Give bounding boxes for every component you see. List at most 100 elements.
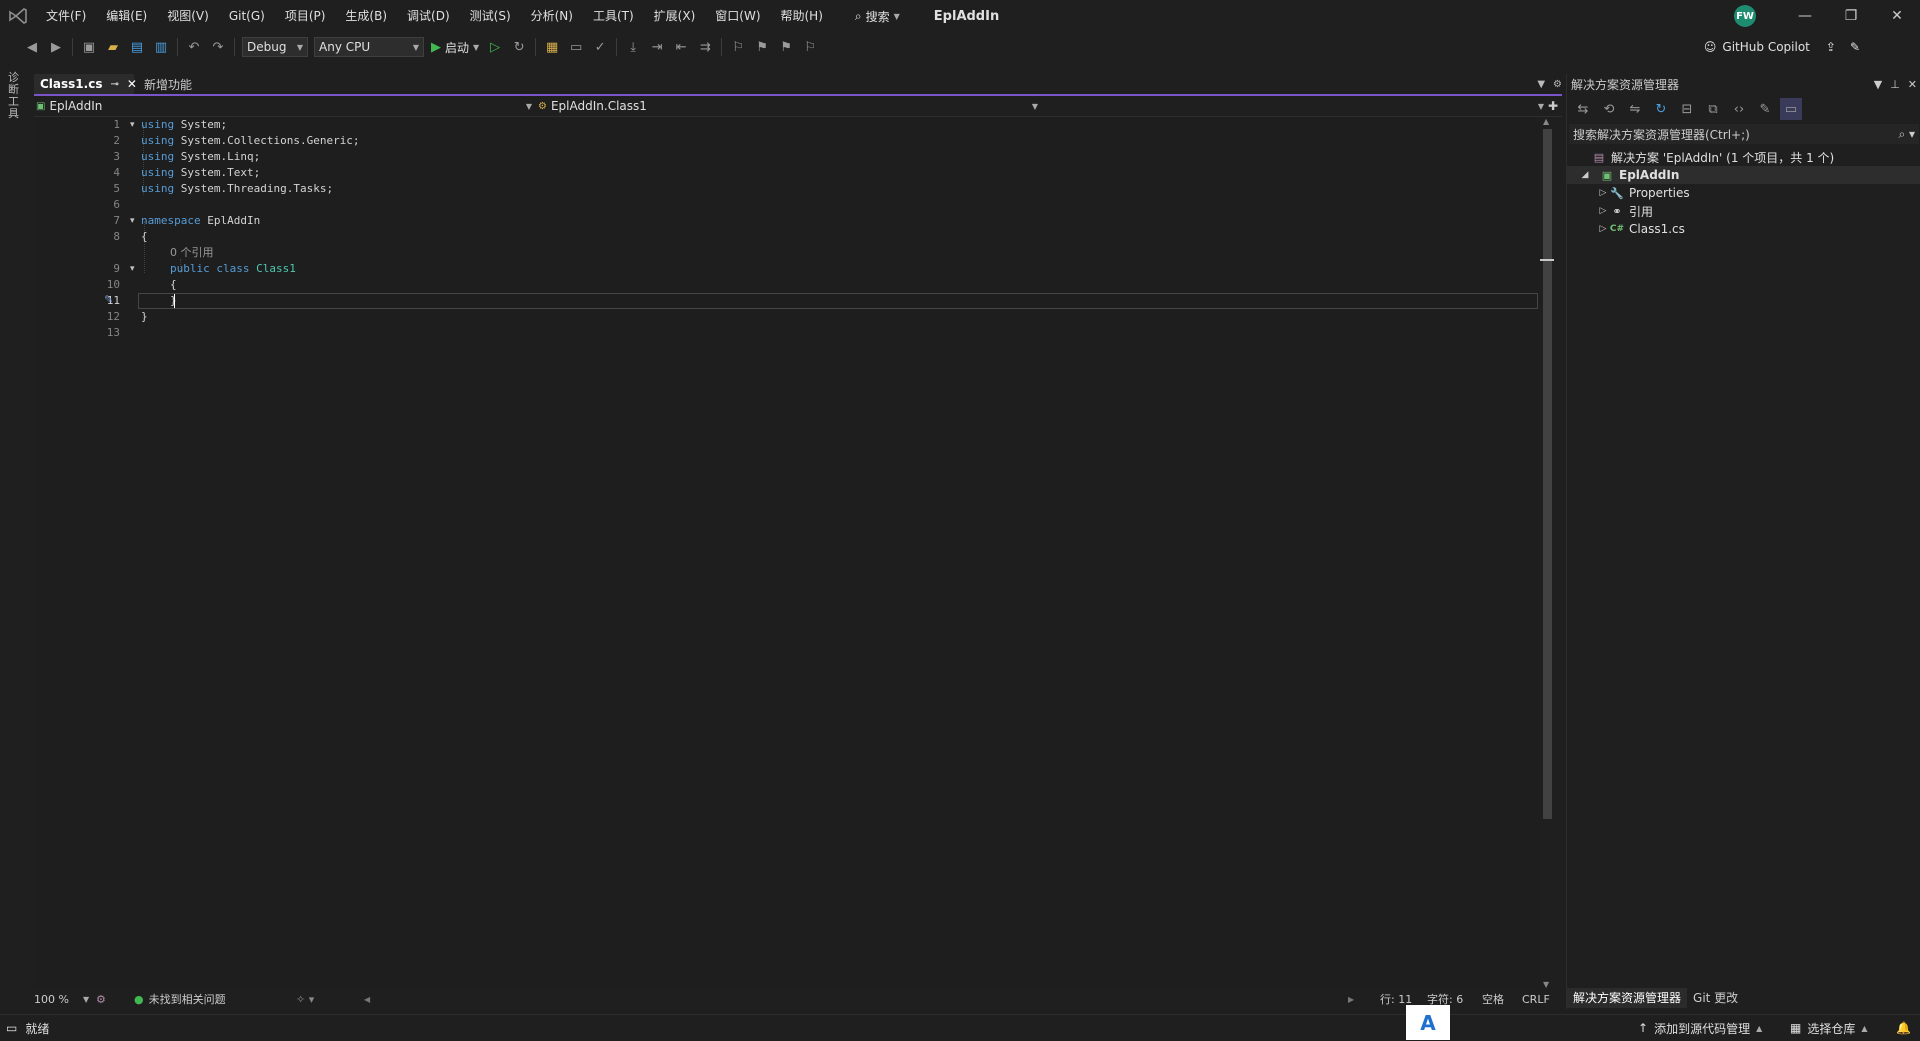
step-over-icon[interactable]: ⇥ bbox=[646, 36, 668, 58]
refresh-icon[interactable]: ↻ bbox=[1650, 98, 1672, 120]
menu-git[interactable]: Git(G) bbox=[219, 0, 275, 32]
zoom-select[interactable]: 100 % ▼ bbox=[34, 989, 89, 1009]
scrollbar-thumb[interactable] bbox=[1543, 129, 1552, 819]
project-dropdown[interactable]: ▣ EplAddIn ▼ bbox=[36, 97, 532, 115]
menu-edit[interactable]: 编辑(E) bbox=[96, 0, 157, 32]
type-dropdown[interactable]: ⚙ EplAddIn.Class1 ▼ bbox=[538, 97, 1038, 115]
tab-git-changes[interactable]: Git 更改 bbox=[1687, 988, 1744, 1008]
browse-icon[interactable]: ▦ bbox=[541, 36, 563, 58]
tree-solution[interactable]: ▤ 解决方案 'EplAddIn' (1 个项目，共 1 个) bbox=[1567, 148, 1920, 166]
menu-extensions[interactable]: 扩展(X) bbox=[644, 0, 706, 32]
close-window-button[interactable]: ✕ bbox=[1874, 0, 1920, 32]
platform-select[interactable]: Any CPU ▼ bbox=[314, 37, 424, 57]
menu-tools[interactable]: 工具(T) bbox=[583, 0, 644, 32]
code-editor[interactable]: 1 2 3 4 5 6 7 8 9 10 11 12 13 ✎ ▾ ▾ ▾ us… bbox=[34, 117, 1540, 989]
sync-icon[interactable]: ⇋ bbox=[1624, 98, 1646, 120]
redo-icon[interactable]: ↷ bbox=[207, 36, 229, 58]
panel-options-icon[interactable]: ▼ bbox=[1874, 78, 1882, 91]
notifications-bell-icon[interactable]: 🔔 bbox=[1896, 1015, 1911, 1041]
window-layout-icon[interactable]: ▭ bbox=[565, 36, 587, 58]
switch-views-icon[interactable]: ⇆ bbox=[1572, 98, 1594, 120]
menu-file[interactable]: 文件(F) bbox=[36, 0, 96, 32]
clear-bookmarks-icon[interactable]: ⚐ bbox=[799, 36, 821, 58]
menu-project[interactable]: 项目(P) bbox=[275, 0, 336, 32]
indent-icon[interactable]: ⇤ bbox=[670, 36, 692, 58]
collapsed-arrow-icon[interactable]: ▷ bbox=[1597, 188, 1609, 198]
history-icon[interactable]: ⟲ bbox=[1598, 98, 1620, 120]
whitespace-indicator[interactable]: 空格 bbox=[1482, 989, 1504, 1009]
menu-debug[interactable]: 调试(D) bbox=[397, 0, 460, 32]
gear-icon[interactable]: ⚙ bbox=[1553, 79, 1562, 90]
tab-whats-new[interactable]: 新增功能 bbox=[138, 74, 198, 94]
prev-bookmark-icon[interactable]: ⚑ bbox=[751, 36, 773, 58]
step-into-icon[interactable]: ⤓ bbox=[622, 36, 644, 58]
navigate-back-icon[interactable]: ◀ bbox=[21, 36, 43, 58]
pin-icon[interactable]: ⊥ bbox=[1890, 78, 1900, 91]
global-search[interactable]: ⌕ 搜索 ▼ bbox=[849, 0, 906, 32]
scroll-right-icon[interactable]: ▶ bbox=[1348, 989, 1354, 1009]
line-ending-indicator[interactable]: CRLF bbox=[1522, 989, 1550, 1009]
start-debugging-button[interactable]: ▶ 启动 ▼ bbox=[427, 39, 483, 56]
codelens-references[interactable]: 0 个引用 bbox=[170, 245, 214, 261]
menu-window[interactable]: 窗口(W) bbox=[705, 0, 770, 32]
tab-solution-explorer[interactable]: 解决方案资源管理器 bbox=[1567, 988, 1688, 1008]
close-icon[interactable]: ✕ bbox=[1908, 78, 1917, 91]
editor-vertical-scrollbar[interactable]: ▲ ▼ bbox=[1540, 117, 1554, 989]
tree-project[interactable]: ◢ ▣ EplAddIn bbox=[1567, 166, 1920, 184]
collapse-all-icon[interactable]: ⊟ bbox=[1676, 98, 1698, 120]
minimize-button[interactable]: — bbox=[1782, 0, 1828, 32]
tree-item-references[interactable]: ▷ ⚭ 引用 bbox=[1567, 202, 1920, 220]
tab-list-dropdown-icon[interactable]: ▼ bbox=[1537, 79, 1545, 90]
collapsed-arrow-icon[interactable]: ▷ bbox=[1597, 224, 1609, 234]
save-icon[interactable]: ▤ bbox=[126, 36, 148, 58]
menu-analyze[interactable]: 分析(N) bbox=[521, 0, 583, 32]
show-all-files-icon[interactable]: ⧉ bbox=[1702, 98, 1724, 120]
code-cleanup-icon[interactable]: ✧ ▾ bbox=[296, 989, 314, 1009]
issues-indicator[interactable]: ● 未找到相关问题 bbox=[134, 989, 226, 1009]
fold-chevron-icon[interactable]: ▾ bbox=[130, 117, 135, 133]
start-without-debugging-icon[interactable]: ▷ bbox=[484, 36, 506, 58]
fold-chevron-icon[interactable]: ▾ bbox=[130, 261, 135, 277]
tree-item-properties[interactable]: ▷ 🔧 Properties bbox=[1567, 184, 1920, 202]
github-copilot-button[interactable]: ☺ GitHub Copilot ⇪ ✎ bbox=[1704, 32, 1860, 62]
restore-button[interactable]: ❐ bbox=[1828, 0, 1874, 32]
share-icon[interactable]: ⇪ bbox=[1826, 40, 1836, 54]
scroll-left-icon[interactable]: ◀ bbox=[364, 989, 370, 1009]
feedback-icon[interactable]: ✎ bbox=[1850, 40, 1860, 54]
intellicode-icon[interactable]: ⚙ bbox=[96, 989, 106, 1009]
menu-build[interactable]: 生成(B) bbox=[335, 0, 397, 32]
select-repository[interactable]: ▦ 选择仓库 ▲ bbox=[1790, 1015, 1868, 1041]
view-code-icon[interactable]: ‹› bbox=[1728, 98, 1750, 120]
menu-help[interactable]: 帮助(H) bbox=[771, 0, 833, 32]
hot-reload-icon[interactable]: ↻ bbox=[508, 36, 530, 58]
pin-icon[interactable]: ⊸ bbox=[110, 79, 118, 90]
next-bookmark-icon[interactable]: ⚑ bbox=[775, 36, 797, 58]
spell-check-icon[interactable]: ✓ bbox=[589, 36, 611, 58]
close-icon[interactable]: ✕ bbox=[127, 77, 137, 91]
undo-icon[interactable]: ↶ bbox=[183, 36, 205, 58]
member-dropdown[interactable]: ▼ bbox=[1044, 97, 1544, 115]
split-editor-icon[interactable]: ✚ bbox=[1548, 97, 1560, 115]
scroll-down-icon[interactable]: ▼ bbox=[1543, 980, 1549, 989]
outdent-icon[interactable]: ⇉ bbox=[694, 36, 716, 58]
diagnostic-tools-tab[interactable]: 诊断工具 bbox=[8, 72, 20, 120]
scroll-up-icon[interactable]: ▲ bbox=[1543, 117, 1549, 126]
configuration-select[interactable]: Debug ▼ bbox=[242, 37, 308, 57]
avatar[interactable]: FW bbox=[1734, 5, 1756, 27]
tab-class1-cs[interactable]: Class1.cs ⊸ ✕ bbox=[34, 74, 137, 94]
properties-icon[interactable]: ✎ bbox=[1754, 98, 1776, 120]
new-item-icon[interactable]: ▣ bbox=[78, 36, 100, 58]
navigate-forward-icon[interactable]: ▶ bbox=[45, 36, 67, 58]
add-to-source-control[interactable]: ↑ 添加到源代码管理 ▲ bbox=[1638, 1015, 1762, 1041]
preview-icon[interactable]: ▭ bbox=[1780, 98, 1802, 120]
bookmark-icon[interactable]: ⚐ bbox=[727, 36, 749, 58]
menu-test[interactable]: 测试(S) bbox=[460, 0, 521, 32]
visual-studio-logo-icon[interactable] bbox=[0, 0, 36, 32]
notification-icon[interactable]: ▭ bbox=[6, 1021, 17, 1035]
expanded-arrow-icon[interactable]: ◢ bbox=[1579, 170, 1591, 180]
fold-chevron-icon[interactable]: ▾ bbox=[130, 213, 135, 229]
collapsed-arrow-icon[interactable]: ▷ bbox=[1597, 206, 1609, 216]
solution-search-input[interactable]: 搜索解决方案资源管理器(Ctrl+;) ⌕ ▾ bbox=[1569, 124, 1919, 144]
quick-actions-icon[interactable]: ✎ bbox=[104, 293, 113, 306]
tree-item-class1[interactable]: ▷ C# Class1.cs bbox=[1567, 220, 1920, 238]
